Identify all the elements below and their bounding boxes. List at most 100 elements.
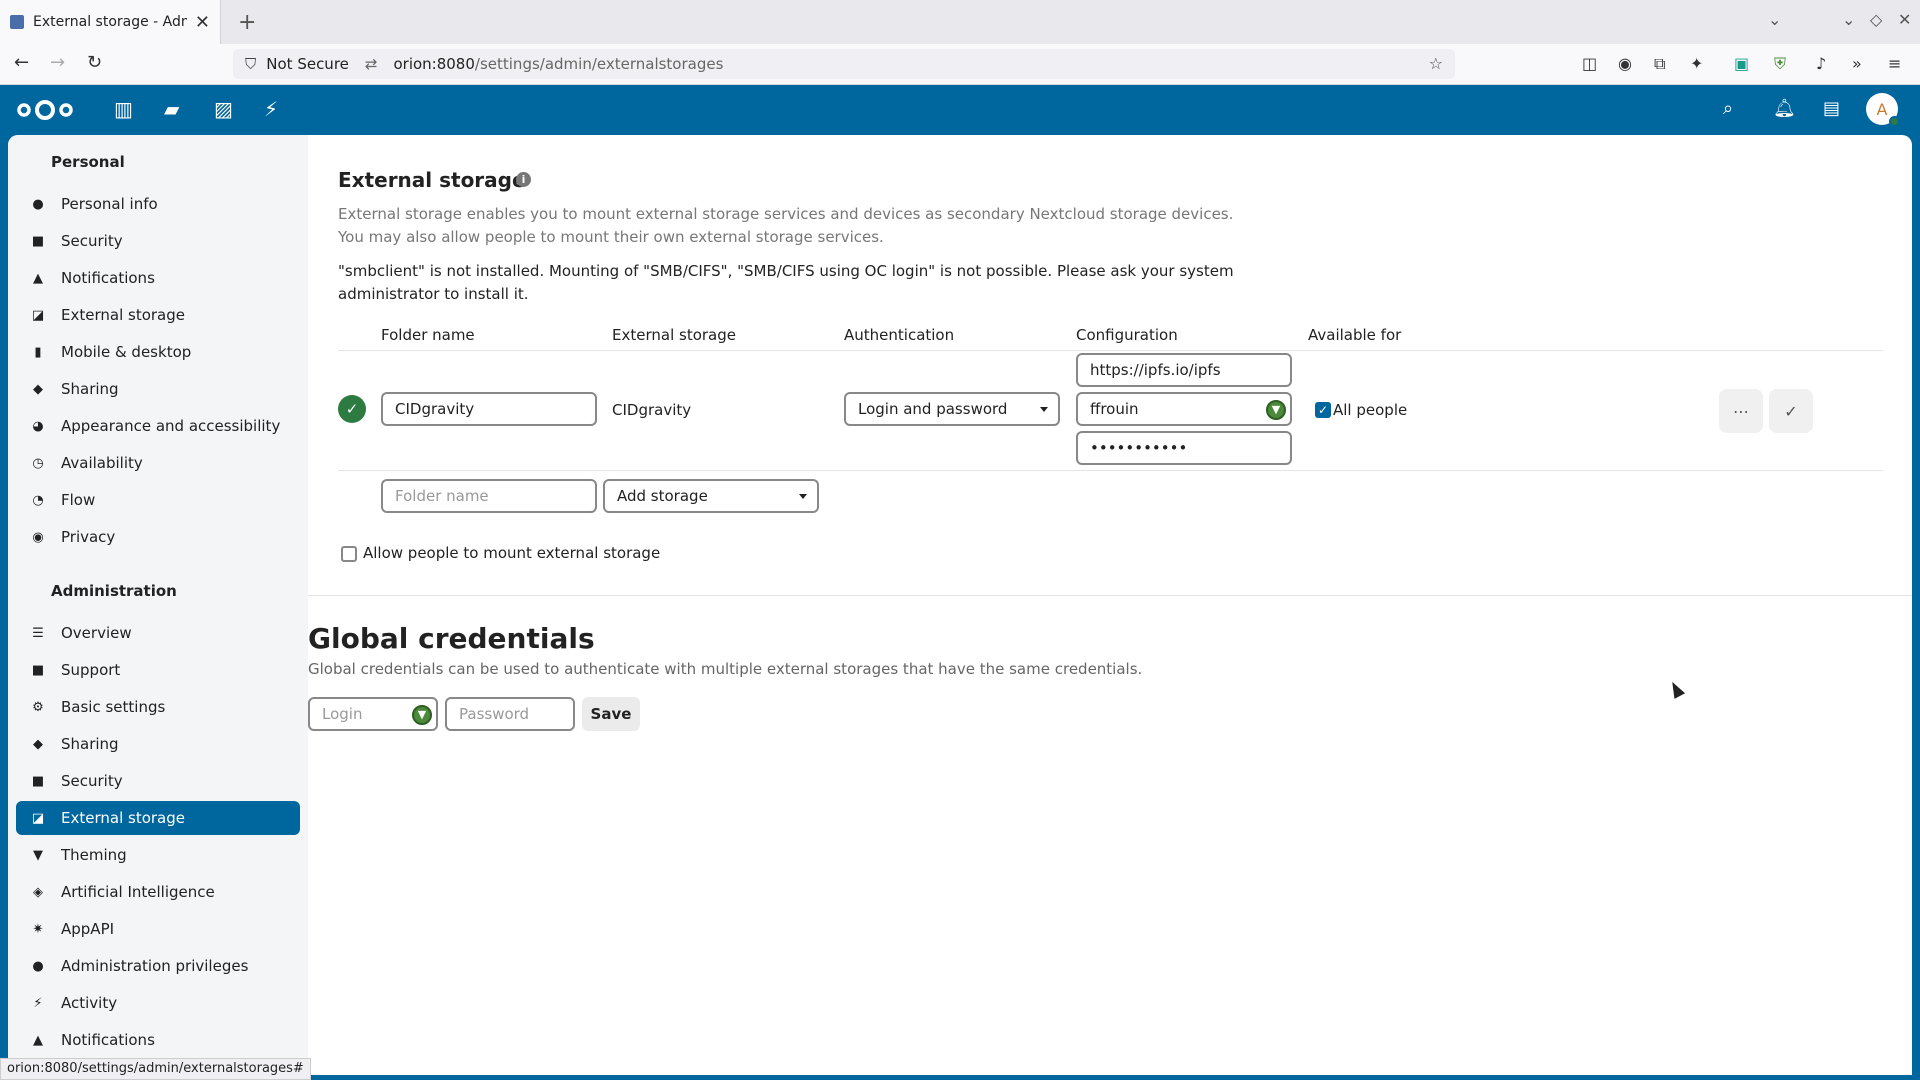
sidebar-item-label: Notifications (61, 1031, 155, 1049)
sidebar-item-appapi[interactable]: ✷ AppAPI (16, 912, 300, 946)
sidebar-item-security[interactable]: ■ Security (16, 224, 300, 258)
page-title: External storage (338, 168, 526, 192)
personal-section-title: Personal (51, 153, 125, 171)
all-people-checkbox[interactable]: ✓ (1315, 402, 1331, 418)
all-people-label[interactable]: All people (1333, 401, 1407, 419)
eye-icon: ◉ (32, 529, 44, 545)
sidebar-item-availability[interactable]: ◷ Availability (16, 446, 300, 480)
sidebar-item-label: Notifications (61, 269, 155, 287)
nextcloud-logo-icon[interactable] (14, 97, 76, 123)
tab-list-icon[interactable]: ⌄ (1768, 10, 1781, 29)
sidebar-item-external-storage[interactable]: ◪ External storage (16, 298, 300, 332)
sidebar-item-flow[interactable]: ◔ Flow (16, 483, 300, 517)
extension-screenshot-icon[interactable]: ▣ (1734, 54, 1749, 73)
brush-icon: ▼ (33, 847, 43, 863)
sidebar-item-administration-privileges[interactable]: ● Administration privileges (16, 949, 300, 983)
overflow-menu-icon[interactable]: » (1852, 54, 1862, 73)
avatar[interactable]: A (1866, 93, 1900, 127)
sidebar-item-activity[interactable]: ⚡ Activity (16, 986, 300, 1020)
sidebar-item-label: Support (61, 661, 121, 679)
mouse-cursor-icon (1666, 679, 1686, 699)
forward-arrow-icon[interactable]: → (50, 52, 65, 73)
sidebar-item-mobile-desktop[interactable]: ▮ Mobile & desktop (16, 335, 300, 369)
bell-icon: ▲ (33, 270, 43, 286)
sidebar-item-theming[interactable]: ▼ Theming (16, 838, 300, 872)
sidebar-item-admin-notifications[interactable]: ▲ Notifications (16, 1023, 300, 1057)
hamburger-menu-icon[interactable]: ≡ (1888, 54, 1901, 73)
folder-name-input[interactable]: CIDgravity (381, 392, 597, 426)
reload-icon[interactable]: ↻ (87, 52, 102, 73)
confirm-check-button[interactable]: ✓ (1769, 389, 1813, 433)
window-close-icon[interactable]: ✕ (1898, 10, 1911, 29)
sidebar-item-admin-external-storage[interactable]: ◪ External storage (16, 801, 300, 835)
files-app-icon[interactable]: ▰ (164, 97, 179, 121)
column-configuration: Configuration (1076, 326, 1178, 344)
tab-close-icon[interactable]: ✕ (195, 12, 210, 33)
sidebar-item-label: Basic settings (61, 698, 166, 716)
global-login-input[interactable]: Login ▼ (308, 697, 438, 731)
authentication-select[interactable]: Login and password (844, 392, 1060, 426)
permissions-icon[interactable]: ⇄ (365, 55, 378, 73)
more-actions-button[interactable]: ⋯ (1719, 389, 1763, 433)
share-icon: ◆ (33, 736, 43, 752)
sidebar-item-label: Privacy (61, 528, 116, 546)
search-icon[interactable]: ⌕ (1723, 98, 1733, 119)
maximize-icon[interactable]: ◇ (1870, 10, 1882, 29)
new-folder-name-input[interactable]: Folder name (381, 479, 597, 513)
save-button[interactable]: Save (582, 697, 640, 731)
global-password-input[interactable]: Password (445, 697, 575, 731)
sparkle-icon: ✷ (32, 921, 44, 937)
sidebar-item-sharing[interactable]: ◆ Sharing (16, 372, 300, 406)
not-secure-label[interactable]: Not Secure (266, 55, 349, 73)
add-storage-select[interactable]: Add storage (603, 479, 819, 513)
pocket-icon[interactable]: ◫ (1582, 54, 1597, 73)
sidebar-item-label: Theming (61, 846, 127, 864)
sidebar-item-admin-sharing[interactable]: ◆ Sharing (16, 727, 300, 761)
activity-app-icon[interactable]: ⚡ (264, 97, 278, 121)
password-manager-icon[interactable]: ▼ (412, 705, 432, 725)
config-password-input[interactable]: ••••••••••• (1076, 431, 1292, 465)
config-user-input[interactable]: ffrouin ▼ (1076, 392, 1292, 426)
music-icon[interactable]: ♪ (1816, 54, 1826, 73)
admin-icon: ● (32, 958, 44, 974)
sidebar-item-label: Appearance and accessibility (61, 417, 281, 435)
column-authentication: Authentication (844, 326, 955, 344)
password-manager-icon[interactable]: ▼ (1266, 400, 1286, 420)
extensions-icon[interactable]: ⧉ (1654, 54, 1665, 74)
sidebar-item-artificial-intelligence[interactable]: ◈ Artificial Intelligence (16, 875, 300, 909)
shield-icon[interactable]: ⛉ (245, 55, 256, 73)
bookmark-star-icon[interactable]: ☆ (1429, 54, 1443, 73)
new-tab-button[interactable]: + (238, 10, 256, 35)
sidebar-item-overview[interactable]: ☰ Overview (16, 616, 300, 650)
minimize-icon[interactable]: ⌄ (1842, 10, 1855, 29)
sidebar-item-support[interactable]: ■ Support (16, 653, 300, 687)
photos-app-icon[interactable]: ▨ (214, 97, 233, 121)
sidebar-item-notifications[interactable]: ▲ Notifications (16, 261, 300, 295)
back-arrow-icon[interactable]: ← (14, 52, 29, 73)
sidebar-item-label: Flow (61, 491, 96, 509)
account-icon[interactable]: ◉ (1618, 54, 1632, 73)
sidebar-item-admin-security[interactable]: ■ Security (16, 764, 300, 798)
allow-mount-checkbox[interactable] (341, 546, 357, 562)
sidebar-item-privacy[interactable]: ◉ Privacy (16, 520, 300, 554)
config-url-input[interactable]: https://ipfs.io/ipfs (1076, 353, 1292, 387)
external-storage-icon: ◪ (31, 307, 45, 323)
sidebar-item-appearance[interactable]: ◕ Appearance and accessibility (16, 409, 300, 443)
sidebar-item-basic-settings[interactable]: ⚙ Basic settings (16, 690, 300, 724)
info-icon[interactable]: i (516, 172, 531, 187)
browser-tab[interactable]: External storage - Administ ✕ (0, 0, 221, 44)
notifications-bell-icon[interactable]: 🔔︎ (1773, 98, 1796, 119)
dropdown-arrow-icon (1040, 407, 1048, 412)
dashboard-app-icon[interactable]: ▥ (114, 97, 133, 121)
extension-shield-icon[interactable]: ⛨ (1774, 54, 1786, 74)
url-bar[interactable]: ⛉ Not Secure ⇄ orion:8080/settings/admin… (233, 49, 1455, 79)
sidebar-item-personal-info[interactable]: ● Personal info (16, 187, 300, 221)
column-available-for: Available for (1308, 326, 1402, 344)
extension-puzzle-icon[interactable]: ✦ (1690, 54, 1703, 73)
phone-icon: ▮ (34, 344, 42, 360)
page-description: External storage enables you to mount ex… (338, 205, 1234, 246)
administration-section-title: Administration (51, 582, 177, 600)
contacts-icon[interactable]: ▤ (1823, 98, 1840, 119)
allow-mount-label[interactable]: Allow people to mount external storage (363, 544, 660, 562)
avatar-letter: A (1876, 99, 1888, 119)
